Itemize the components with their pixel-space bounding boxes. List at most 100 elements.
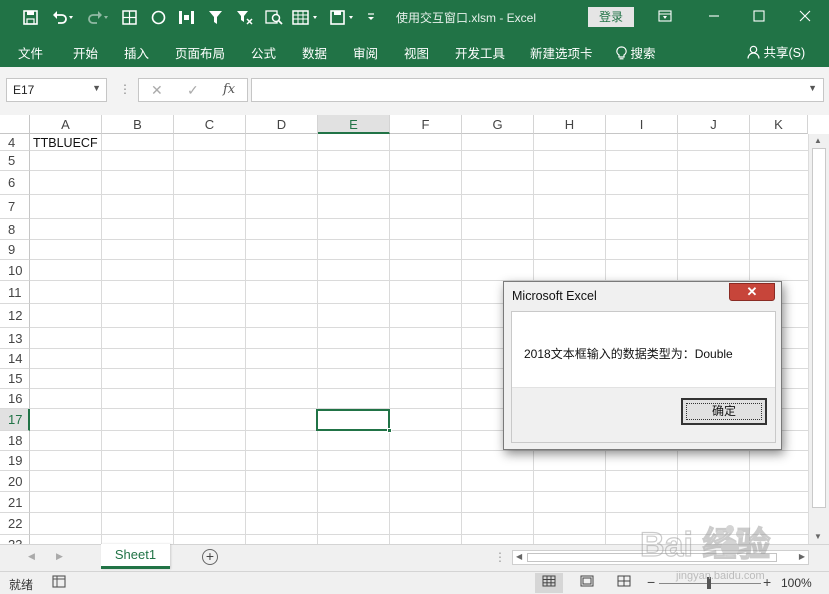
row-header-13[interactable]: 13 (0, 328, 30, 349)
customize-icon[interactable] (364, 6, 378, 28)
row-header-22[interactable]: 22 (0, 513, 30, 535)
sheet-tab-sheet1[interactable]: Sheet1 (101, 544, 170, 569)
restore-icon[interactable] (749, 7, 769, 27)
row-gridline (30, 259, 808, 260)
row-header-15[interactable]: 15 (0, 369, 30, 389)
name-box[interactable]: E17 ▼ (6, 78, 107, 102)
window-title: 使用交互窗口.xlsm - Excel (396, 11, 537, 25)
row-header-10[interactable]: 10 (0, 260, 30, 281)
horizontal-scrollbar[interactable]: ◀ ▶ (512, 550, 809, 565)
column-header-j[interactable]: J (678, 115, 750, 134)
tab-review[interactable]: 审阅 (353, 43, 378, 62)
prev-sheet-icon[interactable]: ◀ (28, 551, 35, 562)
dialog-close-button[interactable]: ✕ (729, 283, 775, 301)
ok-button[interactable]: 确定 (681, 398, 767, 425)
scroll-down-icon[interactable]: ▼ (814, 532, 822, 541)
scroll-right-icon[interactable]: ▶ (799, 552, 805, 561)
normal-view-icon[interactable] (535, 573, 563, 593)
row-header-21[interactable]: 21 (0, 492, 30, 513)
row-gridline (30, 512, 808, 513)
filter-icon[interactable] (205, 6, 225, 28)
vertical-scroll-thumb[interactable] (812, 148, 826, 508)
chevron-down-icon[interactable]: ▼ (92, 83, 101, 93)
save-as-icon[interactable] (328, 6, 358, 28)
status-ready-text: 就绪 (9, 578, 34, 592)
column-header-c[interactable]: C (174, 115, 246, 134)
cancel-icon[interactable]: ✕ (151, 82, 163, 99)
tab-file[interactable]: 文件 (18, 43, 43, 62)
zoom-level[interactable]: 100% (781, 576, 812, 590)
active-cell-e17[interactable] (316, 409, 392, 433)
undo-icon[interactable] (50, 6, 76, 28)
login-button[interactable]: 登录 (588, 7, 634, 27)
tab-formulas[interactable]: 公式 (251, 43, 276, 62)
formula-input[interactable]: ▼ (251, 78, 824, 102)
fill-handle[interactable] (387, 428, 392, 433)
row-header-7[interactable]: 7 (0, 195, 30, 219)
more-icon: ⋮ (119, 82, 131, 96)
scroll-left-icon[interactable]: ◀ (516, 552, 522, 561)
macro-record-icon[interactable] (52, 575, 66, 591)
search-button[interactable]: 搜索 (616, 43, 656, 62)
horizontal-scroll-thumb[interactable] (527, 553, 777, 562)
column-header-g[interactable]: G (462, 115, 534, 134)
tab-new-tab[interactable]: 新建选项卡 (530, 43, 593, 62)
share-button[interactable]: 共享(S) (747, 42, 805, 61)
vertical-scrollbar[interactable]: ▲ ▼ (808, 134, 829, 544)
format-cells-icon[interactable] (290, 6, 322, 28)
row-header-9[interactable]: 9 (0, 240, 30, 260)
save-icon[interactable] (20, 6, 40, 28)
minimize-icon[interactable] (704, 7, 724, 27)
formula-bar: E17 ▼ ⋮ ✕ ✓ fx ▼ (0, 67, 829, 115)
select-all-corner[interactable] (0, 115, 30, 134)
shape-icon[interactable] (148, 6, 168, 28)
clear-filter-icon[interactable] (234, 6, 254, 28)
group-icon[interactable] (176, 6, 196, 28)
column-header-f[interactable]: F (390, 115, 462, 134)
column-header-e[interactable]: E (318, 115, 390, 134)
row-header-6[interactable]: 6 (0, 171, 30, 195)
row-header-5[interactable]: 5 (0, 151, 30, 171)
row-header-16[interactable]: 16 (0, 389, 30, 409)
page-layout-view-icon[interactable] (573, 573, 601, 593)
find-icon[interactable] (263, 6, 285, 28)
zoom-out-icon[interactable]: − (647, 574, 655, 590)
cell-a4[interactable]: TTBLUECF (33, 136, 98, 150)
row-header-23[interactable]: 23 (0, 535, 30, 544)
sheet-tab-bar: ◀ ▶ Sheet1 + ⋮ ◀ ▶ (0, 544, 829, 571)
ribbon-display-icon[interactable] (655, 7, 675, 27)
add-sheet-icon[interactable]: + (202, 549, 218, 565)
expand-formula-bar-icon[interactable]: ▼ (808, 83, 817, 93)
tab-home[interactable]: 开始 (73, 43, 98, 62)
column-header-a[interactable]: A (30, 115, 102, 134)
dialog-title: Microsoft Excel (512, 289, 597, 303)
tab-view[interactable]: 视图 (404, 43, 429, 62)
tab-insert[interactable]: 插入 (124, 43, 149, 62)
row-header-18[interactable]: 18 (0, 431, 30, 451)
redo-icon[interactable] (85, 6, 111, 28)
insert-function-button[interactable]: fx (223, 82, 235, 97)
row-header-14[interactable]: 14 (0, 349, 30, 369)
enter-icon[interactable]: ✓ (187, 82, 199, 99)
row-header-12[interactable]: 12 (0, 304, 30, 328)
row-header-20[interactable]: 20 (0, 471, 30, 492)
column-header-h[interactable]: H (534, 115, 606, 134)
row-header-8[interactable]: 8 (0, 219, 30, 240)
scroll-up-icon[interactable]: ▲ (814, 136, 822, 145)
close-icon[interactable] (795, 7, 815, 27)
column-header-d[interactable]: D (246, 115, 318, 134)
row-gridline (30, 239, 808, 240)
next-sheet-icon[interactable]: ▶ (56, 551, 63, 562)
column-header-k[interactable]: K (750, 115, 808, 134)
tab-page-layout[interactable]: 页面布局 (175, 43, 225, 62)
row-header-4[interactable]: 4 (0, 134, 30, 151)
row-header-17[interactable]: 17 (0, 409, 30, 431)
borders-icon[interactable] (119, 6, 139, 28)
column-header-i[interactable]: I (606, 115, 678, 134)
column-header-b[interactable]: B (102, 115, 174, 134)
tab-developer[interactable]: 开发工具 (455, 43, 505, 62)
page-break-view-icon[interactable] (610, 573, 638, 593)
row-header-11[interactable]: 11 (0, 281, 30, 304)
row-header-19[interactable]: 19 (0, 451, 30, 471)
tab-data[interactable]: 数据 (302, 43, 327, 62)
